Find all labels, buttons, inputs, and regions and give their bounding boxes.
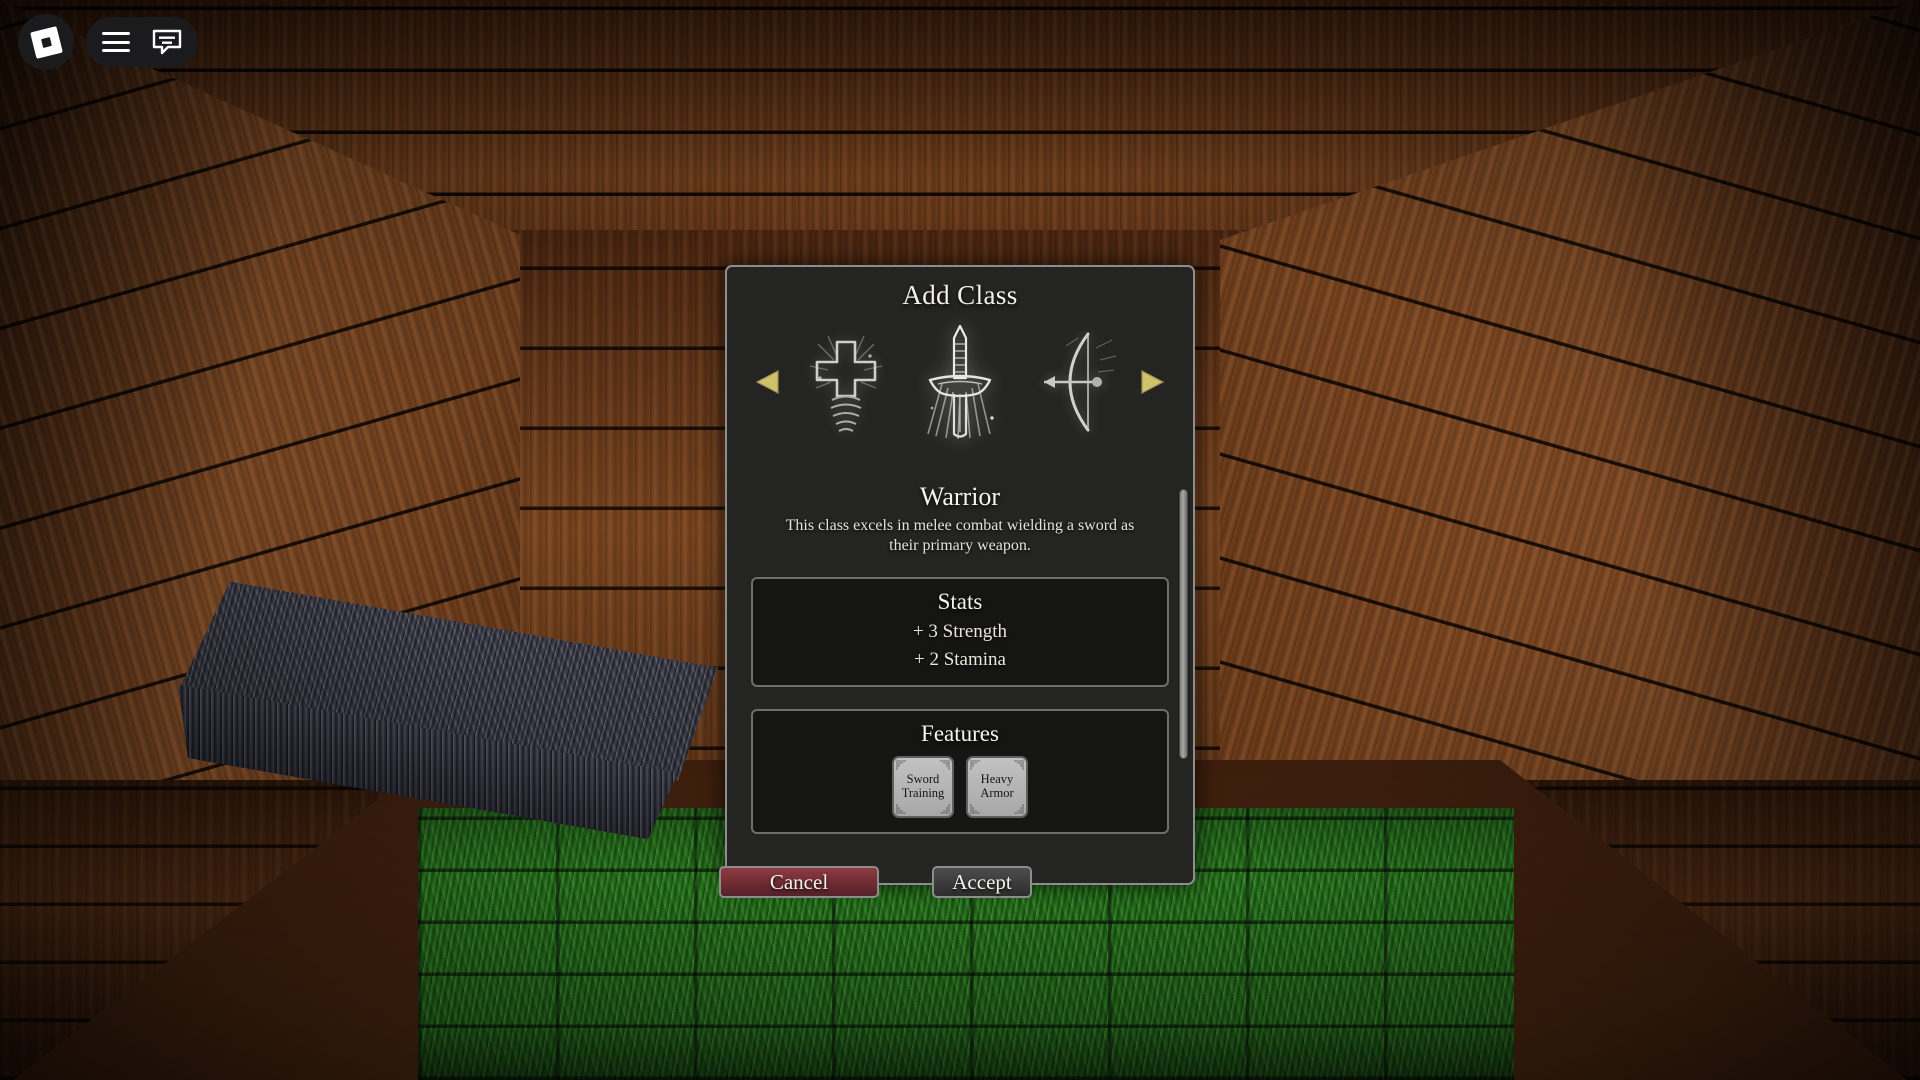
feature-label-line: Training bbox=[901, 786, 945, 801]
hamburger-menu-icon[interactable] bbox=[102, 32, 130, 52]
corner-ornament-icon bbox=[896, 760, 906, 771]
roblox-mark bbox=[29, 25, 63, 59]
dialog-scrollbar-thumb[interactable] bbox=[1179, 489, 1188, 759]
selected-class-name: Warrior bbox=[919, 482, 1001, 511]
accept-button[interactable]: Accept bbox=[932, 866, 1032, 898]
selected-class-description: This class excels in melee combat wieldi… bbox=[785, 517, 1135, 554]
roblox-topbar bbox=[18, 14, 198, 70]
corner-ornament-icon bbox=[896, 804, 906, 814]
features-panel: Features Sword Training Heavy Armor bbox=[751, 709, 1169, 835]
chevron-left-triangle-icon[interactable] bbox=[752, 365, 786, 399]
corner-ornament-icon bbox=[970, 760, 980, 771]
class-details-scroll-area[interactable]: Warrior This class excels in melee comba… bbox=[727, 482, 1193, 883]
stats-panel-title: Stats bbox=[937, 589, 983, 615]
feature-label-line: Sword bbox=[906, 772, 940, 787]
corner-ornament-icon bbox=[1014, 760, 1024, 771]
feature-card-sword-training[interactable]: Sword Training bbox=[892, 756, 954, 819]
roblox-logo-icon[interactable] bbox=[18, 14, 74, 70]
cancel-button[interactable]: Cancel bbox=[719, 866, 879, 898]
corner-ornament-icon bbox=[940, 760, 950, 771]
stat-line: + 2 Stamina bbox=[914, 649, 1006, 671]
class-carousel bbox=[727, 317, 1193, 447]
corner-ornament-icon bbox=[940, 804, 950, 814]
cross-healer-class-icon[interactable] bbox=[792, 323, 900, 441]
chat-bubble-icon[interactable] bbox=[152, 29, 182, 55]
roblox-mark-hole bbox=[40, 36, 52, 48]
dialog-scrollbar[interactable] bbox=[1178, 489, 1189, 759]
sword-warrior-class-icon[interactable] bbox=[906, 323, 1014, 441]
chevron-right-triangle-icon[interactable] bbox=[1134, 365, 1168, 399]
feature-card-label: Heavy Armor bbox=[980, 773, 1013, 801]
add-class-dialog: Add Class Warrior This class excels in m… bbox=[725, 265, 1195, 885]
bow-archer-class-icon[interactable] bbox=[1020, 323, 1128, 441]
roblox-topbar-pill bbox=[86, 17, 198, 67]
corner-ornament-icon bbox=[1014, 804, 1024, 814]
features-list: Sword Training Heavy Armor bbox=[765, 756, 1155, 819]
feature-label-line: Heavy bbox=[980, 772, 1014, 787]
feature-card-heavy-armor[interactable]: Heavy Armor bbox=[966, 756, 1028, 819]
corner-ornament-icon bbox=[970, 804, 980, 814]
features-panel-title: Features bbox=[921, 721, 999, 747]
feature-label-line: Armor bbox=[980, 786, 1014, 801]
stat-line: + 3 Strength bbox=[912, 621, 1008, 643]
feature-card-label: Sword Training bbox=[902, 773, 945, 801]
stats-panel: Stats + 3 Strength + 2 Stamina bbox=[751, 577, 1169, 688]
page-title: Add Class bbox=[902, 280, 1018, 310]
